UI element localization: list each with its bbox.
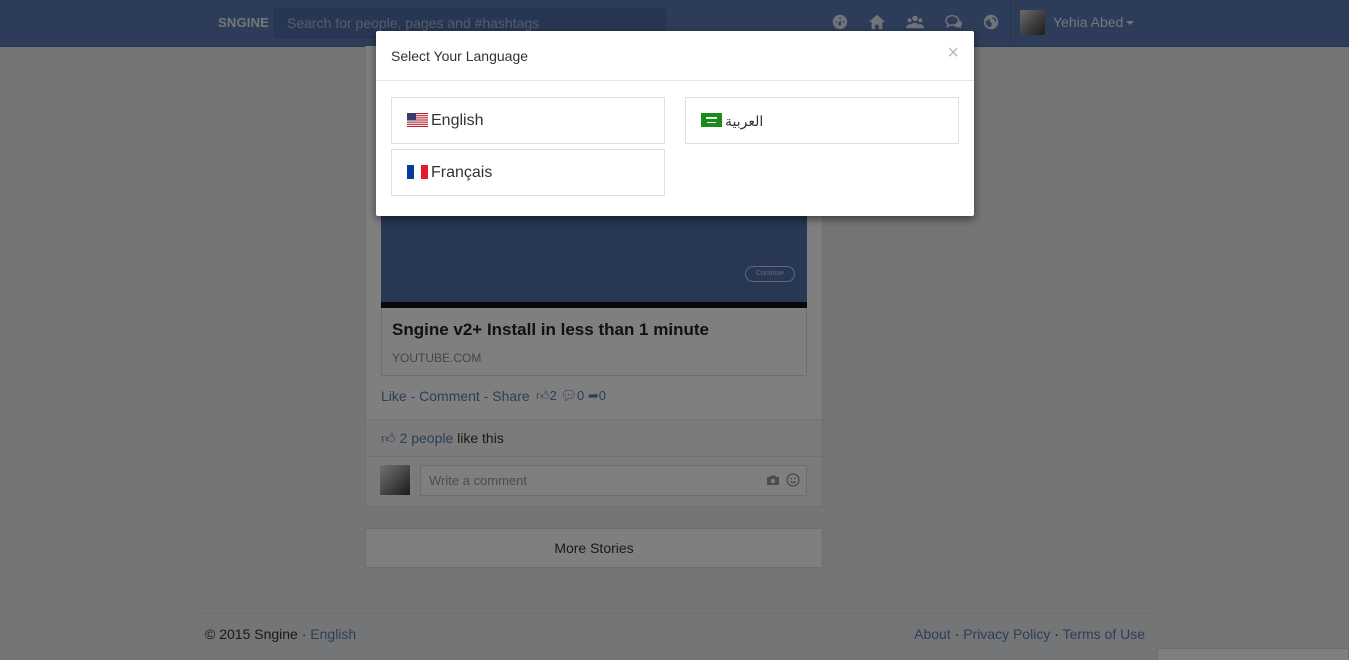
modal-title: Select Your Language xyxy=(391,48,529,64)
us-flag-icon xyxy=(407,113,428,127)
language-label: العربية xyxy=(725,113,764,129)
sa-flag-icon xyxy=(701,113,722,127)
close-icon[interactable]: × xyxy=(947,43,959,63)
language-option-arabic[interactable]: العربية xyxy=(685,97,959,144)
language-label: Français xyxy=(431,164,493,181)
modal-header: Select Your Language × xyxy=(376,31,974,81)
language-modal: Select Your Language × English العربية F… xyxy=(376,31,974,216)
language-label: English xyxy=(431,112,484,129)
fr-flag-icon xyxy=(407,165,428,179)
language-option-french[interactable]: Français xyxy=(391,149,665,196)
language-option-english[interactable]: English xyxy=(391,97,665,144)
